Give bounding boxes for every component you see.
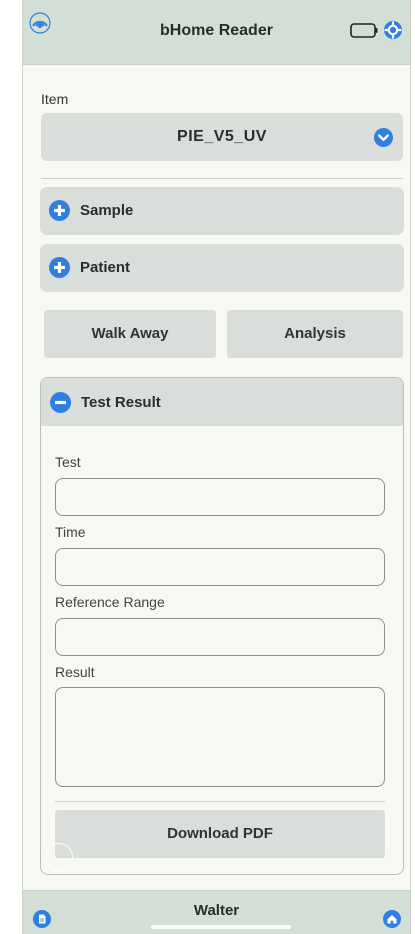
bottom-bar: Walter: [23, 890, 410, 934]
test-result-panel: Test Result Test Time Reference Range Re…: [40, 377, 404, 875]
home-indicator: [151, 925, 291, 929]
test-result-label: Test Result: [81, 394, 161, 411]
time-field-label: Time: [55, 524, 86, 540]
patient-accordion[interactable]: Patient: [40, 244, 404, 292]
item-select[interactable]: PIE_V5_UV: [41, 113, 403, 161]
assistive-touch-icon[interactable]: [45, 843, 73, 871]
sample-accordion-label: Sample: [80, 202, 134, 219]
chevron-down-icon[interactable]: [374, 128, 393, 147]
download-pdf-button[interactable]: Download PDF: [55, 810, 385, 858]
left-margin: [0, 0, 22, 934]
test-field-label: Test: [55, 454, 81, 470]
result-textarea[interactable]: [55, 687, 385, 787]
section-divider: [41, 178, 403, 179]
top-bar: bHome Reader: [23, 0, 410, 65]
patient-accordion-label: Patient: [80, 259, 131, 276]
sample-accordion[interactable]: Sample: [40, 187, 404, 235]
walk-away-button[interactable]: Walk Away: [44, 310, 216, 358]
plus-circle-icon: [49, 257, 70, 278]
user-name: Walter: [193, 902, 240, 919]
reference-range-field[interactable]: [55, 618, 385, 656]
result-field-label: Result: [55, 664, 95, 680]
test-result-accordion[interactable]: Test Result: [41, 378, 403, 426]
test-field[interactable]: [55, 478, 385, 516]
reference-range-field-label: Reference Range: [55, 594, 165, 610]
item-label: Item: [41, 91, 69, 107]
plus-circle-icon: [49, 200, 70, 221]
home-icon[interactable]: [383, 910, 401, 928]
gear-icon[interactable]: [383, 20, 403, 40]
item-select-value: PIE_V5_UV: [177, 128, 267, 145]
minus-circle-icon: [50, 392, 71, 413]
time-field[interactable]: [55, 548, 385, 586]
battery-icon: [350, 23, 378, 38]
app-screen: bHome Reader Item PIE_V5_UV Sample Patie…: [22, 0, 411, 934]
panel-divider: [55, 801, 385, 802]
right-margin: [411, 0, 415, 934]
analysis-button[interactable]: Analysis: [227, 310, 403, 358]
